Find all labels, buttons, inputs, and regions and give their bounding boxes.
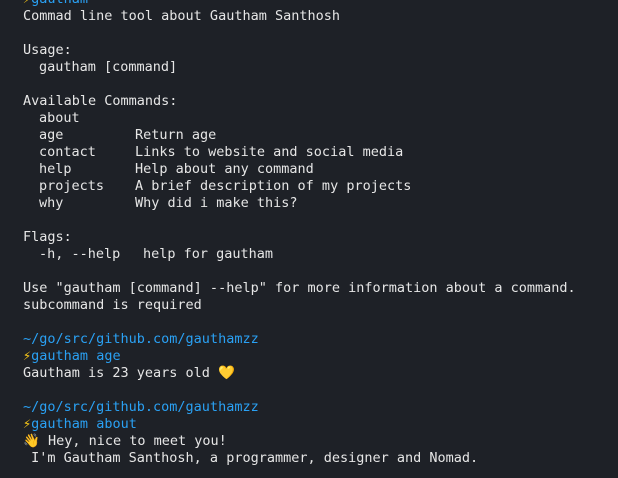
prompt-name: gautham [31,0,88,7]
prompt-name: gautham [31,348,89,364]
command-row: about [23,110,618,127]
about-greeting: Hey, nice to meet you! [47,433,227,449]
working-directory: ~/go/src/github.com/gauthamzz [23,331,259,347]
command-row: help Help about any command [23,161,618,178]
typed-command: about [96,416,137,432]
command-name: why [39,195,64,211]
flag-desc: help for gautham [143,246,274,262]
prompt-name: gautham [31,416,89,432]
command-desc: Why did i make this? [135,195,298,211]
lightning-icon: ⚡ [23,0,31,7]
about-output-line-1: 👋 Hey, nice to meet you! [23,433,618,450]
command-name: projects [39,178,105,194]
flag-name: -h, --help [39,246,121,262]
command-desc: A brief description of my projects [135,178,412,194]
about-output-line-2: I'm Gautham Santhosh, a programmer, desi… [23,450,479,466]
usage-line: gautham [command] [39,59,178,75]
first-prompt-line: ⚡gautham [23,0,618,8]
command-name: contact [39,144,96,160]
lightning-icon: ⚡ [23,416,32,432]
prompt-line-about: ⚡gautham about [23,416,618,433]
age-output: Gautham is 23 years old 💛 [23,365,618,382]
command-row: why Why did i make this? [23,195,618,212]
lightning-icon: ⚡ [23,348,32,364]
prompt-line-age: ⚡gautham age [23,348,618,365]
age-output-text: Gautham is 23 years old [23,365,210,381]
commands-heading: Available Commands: [23,93,178,109]
typed-command: age [96,348,121,364]
command-row: projects A brief description of my projec… [23,178,618,195]
flags-heading: Flags: [23,229,72,245]
help-footer: Use "gautham [command] --help" for more … [23,280,576,296]
waving-hand-icon: 👋 [23,433,40,449]
command-desc: Return age [135,127,217,143]
command-desc: Help about any command [135,161,314,177]
command-row: contact Links to website and social media [23,144,618,161]
help-description: Commad line tool about Gautham Santhosh [23,8,340,24]
command-row: age Return age [23,127,618,144]
command-name: about [39,110,80,126]
command-name: help [39,161,72,177]
command-desc: Links to website and social media [135,144,404,160]
yellow-heart-icon: 💛 [218,365,235,381]
terminal-output: ⚡gautham Commad line tool about Gautham … [23,0,618,467]
command-name: age [39,127,64,143]
usage-heading: Usage: [23,42,72,58]
terminal-window[interactable]: ⚡gautham Commad line tool about Gautham … [0,0,618,478]
flag-row: -h, --help help for gautham [23,246,618,263]
working-directory: ~/go/src/github.com/gauthamzz [23,399,259,415]
error-message: subcommand is required [23,297,202,313]
